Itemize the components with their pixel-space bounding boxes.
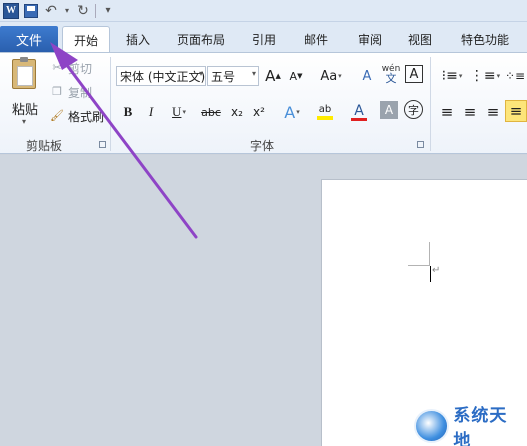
tab-mailings[interactable]: 邮件	[294, 26, 338, 52]
watermark: 系统天地	[414, 406, 524, 446]
highlighter-icon: ab	[318, 104, 332, 115]
paste-label: 粘贴	[12, 103, 39, 118]
underline-icon: U	[172, 104, 182, 119]
character-shading-button[interactable]: A	[380, 101, 398, 119]
shrink-font-button[interactable]: A ▼	[285, 65, 307, 87]
font-group-label: 字体	[250, 139, 275, 153]
document-area: ↵	[0, 155, 527, 446]
brush-icon: 🖌	[50, 109, 64, 122]
word-app-icon[interactable]: W	[3, 2, 19, 19]
justify-button[interactable]: ≡	[505, 100, 527, 122]
change-case-icon: Aa	[320, 68, 338, 84]
superscript-button[interactable]: x²	[248, 101, 270, 123]
enclose-characters-button[interactable]: 字	[404, 100, 423, 119]
highlight-button[interactable]: ab	[309, 101, 341, 123]
clear-format-button[interactable]: A	[356, 65, 378, 87]
copy-label: 复制	[68, 85, 93, 100]
tab-file[interactable]: 文件	[0, 26, 58, 52]
underline-button[interactable]: U ▾	[164, 101, 194, 123]
scissors-icon: ✂	[52, 61, 62, 74]
font-color-icon: A	[354, 102, 364, 119]
cut-button[interactable]: ✂ 剪切	[50, 59, 92, 77]
copy-icon: ❐	[52, 85, 62, 98]
group-divider	[430, 57, 431, 151]
highlight-color-bar	[317, 116, 333, 120]
strikethrough-button[interactable]: abc	[198, 101, 224, 123]
watermark-logo-icon	[414, 409, 450, 443]
tab-special-features[interactable]: 特色功能	[452, 26, 518, 52]
ribbon-tabs: 文件 开始 插入 页面布局 引用 邮件 审阅 视图 特色功能	[0, 22, 527, 53]
subscript-button[interactable]: x₂	[226, 101, 248, 123]
tab-page-layout[interactable]: 页面布局	[166, 26, 236, 52]
font-size-value: 五号	[211, 69, 236, 84]
font-name-value: 宋体 (中文正文)	[120, 69, 206, 84]
customize-qat-icon[interactable]: ▾	[100, 3, 116, 19]
character-border-button[interactable]: A	[405, 65, 423, 83]
grow-font-button[interactable]: A ▲	[262, 65, 284, 87]
tab-view[interactable]: 视图	[398, 26, 442, 52]
chevron-down-icon: ▾	[198, 69, 203, 78]
paste-dropdown-icon[interactable]: ▾	[22, 117, 26, 126]
shrink-font-icon: A	[289, 69, 298, 83]
save-icon[interactable]	[23, 3, 39, 19]
cut-label: 剪切	[68, 61, 93, 76]
qat-divider	[95, 3, 96, 18]
clear-format-icon: A	[362, 68, 372, 84]
chevron-down-icon: ▾	[251, 69, 256, 78]
bullets-button[interactable]: ⁝≡ ▾	[437, 65, 467, 87]
text-effects-icon: A	[284, 102, 296, 122]
tab-home[interactable]: 开始	[62, 26, 110, 53]
margin-crop-mark	[408, 265, 430, 266]
undo-icon[interactable]: ↶	[43, 3, 59, 19]
font-color-button[interactable]: A	[344, 101, 374, 123]
grow-font-icon: A	[265, 67, 276, 85]
format-painter-button[interactable]: 🖌 格式刷	[50, 107, 104, 125]
bold-button[interactable]: B	[117, 101, 139, 123]
tab-review[interactable]: 审阅	[348, 26, 392, 52]
multilevel-list-button[interactable]: ⁘≡	[503, 65, 527, 87]
clipboard-icon	[12, 57, 36, 89]
change-case-button[interactable]: Aa ▾	[316, 65, 346, 87]
tab-insert[interactable]: 插入	[116, 26, 160, 52]
watermark-text: 系统天地	[453, 406, 508, 446]
margin-crop-mark	[429, 242, 430, 266]
tab-references[interactable]: 引用	[244, 26, 284, 52]
font-dialog-launcher-icon[interactable]	[417, 141, 424, 148]
undo-dropdown-icon[interactable]: ▾	[63, 3, 71, 19]
paste-button[interactable]: 粘贴 ▾	[6, 57, 42, 127]
italic-button[interactable]: I	[140, 101, 162, 123]
align-center-button[interactable]: ≡	[459, 101, 481, 123]
text-effects-button[interactable]: A ▾	[278, 101, 306, 123]
group-divider	[110, 57, 111, 151]
phonetic-guide-button[interactable]: wén 文	[380, 63, 402, 85]
text-cursor	[430, 266, 431, 282]
paragraph-mark-icon: ↵	[432, 265, 441, 276]
ribbon: 粘贴 ▾ ✂ 剪切 ❐ 复制 🖌 格式刷 剪贴板 宋体 (中文正文) ▾ 五号 …	[0, 52, 527, 154]
clipboard-dialog-launcher-icon[interactable]	[99, 141, 106, 148]
align-left-button[interactable]: ≡	[436, 101, 458, 123]
redo-icon[interactable]: ↻	[75, 3, 91, 19]
quick-access-toolbar: W ↶ ▾ ↻ ▾	[0, 0, 527, 22]
numbering-button[interactable]: ⋮≡ ▾	[470, 65, 500, 87]
align-right-button[interactable]: ≡	[482, 101, 504, 123]
clipboard-group-label: 剪贴板	[26, 139, 63, 153]
format-painter-label: 格式刷	[68, 109, 105, 124]
character-border-icon: A	[409, 66, 419, 82]
font-color-bar	[351, 117, 367, 121]
font-size-select[interactable]: 五号 ▾	[207, 66, 259, 86]
font-name-select[interactable]: 宋体 (中文正文) ▾	[116, 66, 206, 86]
copy-button[interactable]: ❐ 复制	[50, 83, 92, 101]
